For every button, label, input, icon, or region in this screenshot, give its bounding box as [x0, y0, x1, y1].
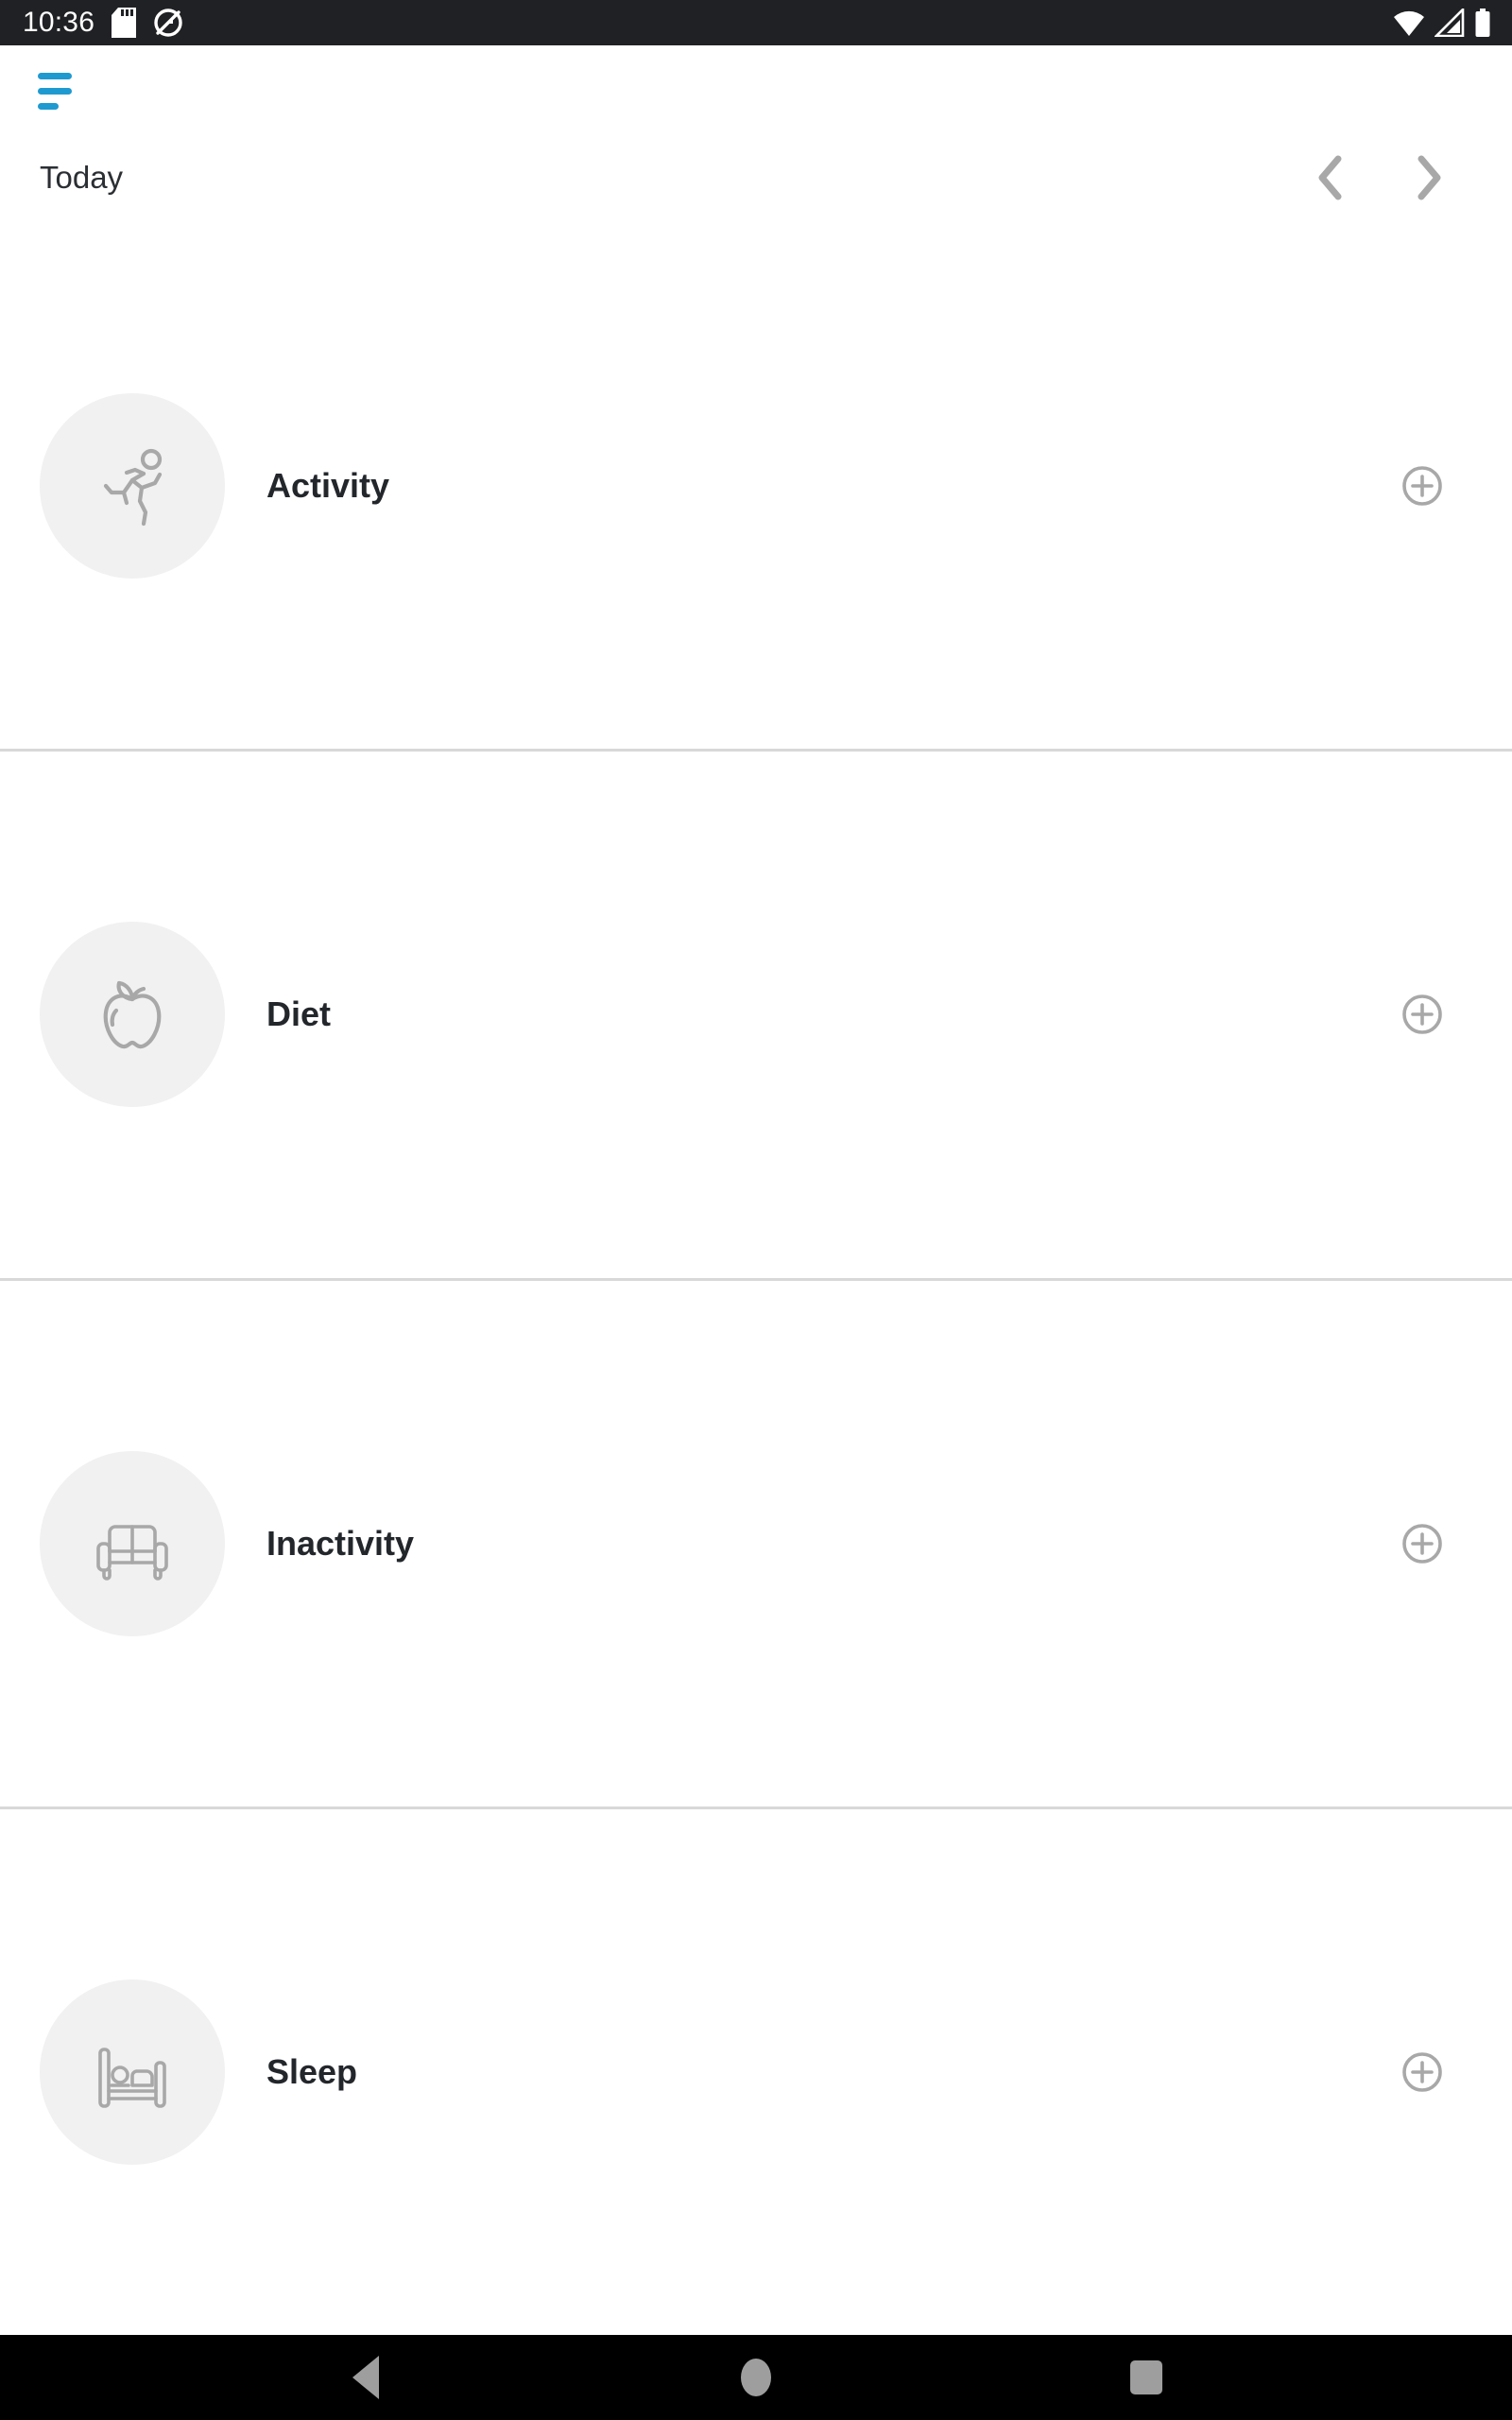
diet-icon-circle	[40, 922, 225, 1108]
list-item-diet[interactable]: Diet	[0, 752, 1512, 1281]
list-item-inactivity[interactable]: Inactivity	[0, 1280, 1512, 1809]
home-button[interactable]	[704, 2335, 808, 2420]
next-day-button[interactable]	[1402, 151, 1455, 204]
recents-square-icon	[1130, 2360, 1163, 2394]
list-item-sleep[interactable]: Sleep	[0, 1808, 1512, 2335]
chevron-left-icon	[1318, 155, 1342, 200]
wifi-icon	[1394, 10, 1424, 37]
category-label: Inactivity	[266, 1523, 415, 1563]
battery-icon	[1475, 8, 1490, 37]
date-navigation-bar: Today	[0, 132, 1512, 223]
plus-circle-icon	[1402, 466, 1442, 506]
current-date-label: Today	[40, 160, 124, 195]
sofa-icon	[96, 1524, 168, 1581]
plus-circle-icon	[1402, 994, 1442, 1035]
previous-day-button[interactable]	[1304, 151, 1357, 204]
do-not-disturb-icon	[154, 9, 182, 37]
status-time: 10:36	[23, 7, 95, 38]
apple-icon	[103, 981, 162, 1049]
back-button[interactable]	[314, 2335, 418, 2420]
hamburger-line-1	[38, 72, 72, 79]
plus-circle-icon	[1402, 1523, 1442, 1564]
category-label: Diet	[266, 994, 332, 1034]
hamburger-line-2	[38, 87, 72, 95]
activity-icon-circle	[40, 393, 225, 579]
category-label: Sleep	[266, 2051, 358, 2091]
android-navigation-bar	[0, 2335, 1512, 2420]
date-arrow-group	[1304, 151, 1512, 204]
home-circle-icon	[740, 2359, 771, 2396]
app-screen: 10:36 Today Activity Diet Inactivity Sle…	[0, 0, 1512, 2420]
running-person-icon	[103, 449, 163, 527]
recents-button[interactable]	[1094, 2335, 1198, 2420]
hamburger-menu-icon[interactable]	[38, 68, 98, 110]
add-sleep-button[interactable]	[1389, 2039, 1455, 2105]
cellular-signal-icon	[1435, 9, 1465, 37]
sd-card-icon	[112, 8, 137, 38]
status-bar-left: 10:36	[23, 8, 183, 38]
back-triangle-icon	[352, 2356, 379, 2399]
category-label: Activity	[266, 466, 390, 506]
status-bar-right	[1393, 8, 1491, 38]
add-inactivity-button[interactable]	[1389, 1511, 1455, 1577]
sleep-icon-circle	[40, 1979, 225, 2165]
list-item-activity[interactable]: Activity	[0, 223, 1512, 752]
category-list: Activity Diet Inactivity Sleep	[0, 223, 1512, 2335]
status-bar: 10:36	[0, 0, 1512, 45]
inactivity-icon-circle	[40, 1450, 225, 1636]
app-bar	[0, 45, 1512, 132]
hamburger-line-3	[38, 102, 59, 110]
plus-circle-icon	[1402, 2052, 1442, 2092]
add-diet-button[interactable]	[1389, 981, 1455, 1047]
chevron-right-icon	[1418, 155, 1441, 200]
add-activity-button[interactable]	[1389, 453, 1455, 519]
bed-icon	[98, 2048, 166, 2108]
